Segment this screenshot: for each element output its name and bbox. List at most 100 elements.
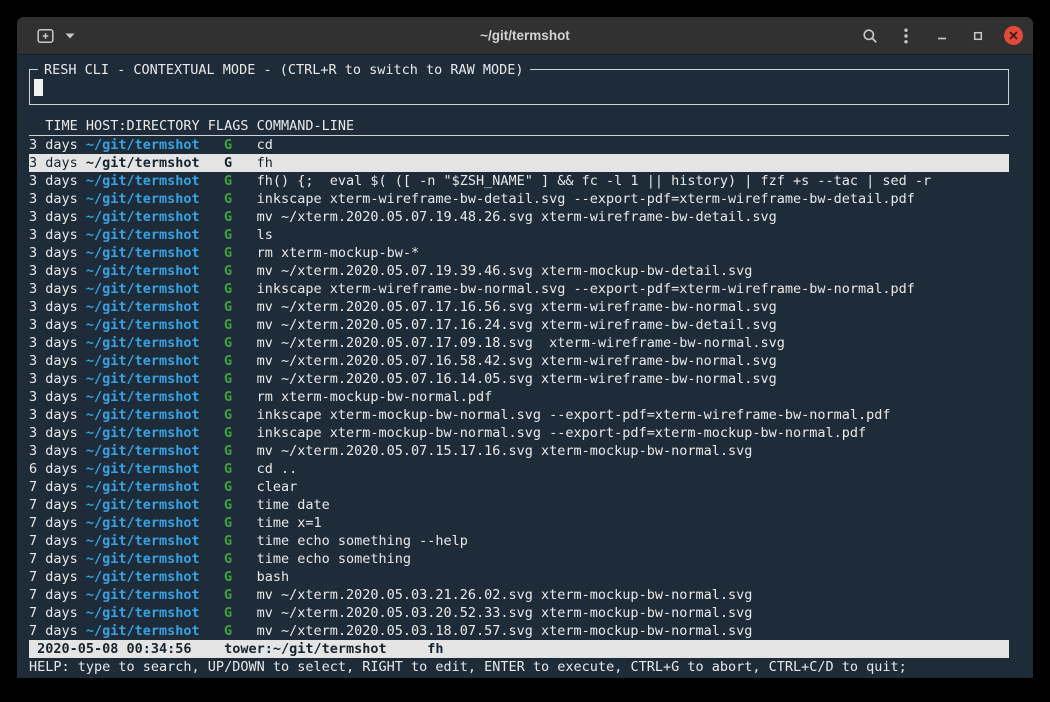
history-flags: G — [208, 568, 257, 586]
history-directory: ~/git/termshot — [86, 514, 208, 532]
history-row[interactable]: 7 days~/git/termshotGmv ~/xterm.2020.05.… — [29, 604, 1009, 622]
history-row[interactable]: 3 days~/git/termshotGfh() {; eval $( ([ … — [29, 172, 1009, 190]
kebab-menu-icon — [904, 28, 908, 44]
history-time: 3 days — [29, 280, 86, 298]
history-command: time echo something — [257, 550, 1009, 568]
history-command: mv ~/xterm.2020.05.03.18.07.57.svg xterm… — [257, 622, 1009, 640]
history-row[interactable]: 7 days~/git/termshotGmv ~/xterm.2020.05.… — [29, 622, 1009, 640]
history-time: 3 days — [29, 172, 86, 190]
history-row[interactable]: 7 days~/git/termshotGtime date — [29, 496, 1009, 514]
history-command: bash — [257, 568, 1009, 586]
history-command: rm xterm-mockup-bw-normal.pdf — [257, 388, 1009, 406]
desktop-background: ~/git/termshot — [0, 0, 1050, 702]
history-row[interactable]: 3 days~/git/termshotGmv ~/xterm.2020.05.… — [29, 352, 1009, 370]
history-row[interactable]: 3 days~/git/termshotGrm xterm-mockup-bw-… — [29, 244, 1009, 262]
history-flags: G — [208, 388, 257, 406]
terminal-window: ~/git/termshot — [17, 17, 1033, 678]
search-button[interactable] — [856, 22, 884, 50]
history-row[interactable]: 3 days~/git/termshotGinkscape xterm-mock… — [29, 424, 1009, 442]
history-row[interactable]: 3 days~/git/termshotGmv ~/xterm.2020.05.… — [29, 298, 1009, 316]
history-command: inkscape xterm-wireframe-bw-detail.svg -… — [257, 190, 1009, 208]
minimize-icon — [936, 30, 948, 42]
history-flags: G — [208, 280, 257, 298]
history-row[interactable]: 3 days~/git/termshotGmv ~/xterm.2020.05.… — [29, 442, 1009, 460]
history-flags: G — [208, 478, 257, 496]
history-time: 3 days — [29, 262, 86, 280]
column-headers: TIME HOST:DIRECTORY FLAGS COMMAND-LINE — [29, 117, 1009, 136]
history-row[interactable]: 7 days~/git/termshotGclear — [29, 478, 1009, 496]
history-time: 3 days — [29, 352, 86, 370]
history-row[interactable]: 3 days~/git/termshotGmv ~/xterm.2020.05.… — [29, 316, 1009, 334]
history-row[interactable]: 7 days~/git/termshotGbash — [29, 568, 1009, 586]
history-command: mv ~/xterm.2020.05.07.19.48.26.svg xterm… — [257, 208, 1009, 226]
minimize-button[interactable] — [928, 22, 956, 50]
history-time: 7 days — [29, 586, 86, 604]
history-flags: G — [208, 172, 257, 190]
history-row[interactable]: 3 days~/git/termshotGmv ~/xterm.2020.05.… — [29, 262, 1009, 280]
history-command: cd — [257, 136, 1009, 154]
history-command: mv ~/xterm.2020.05.07.15.17.16.svg xterm… — [257, 442, 1009, 460]
history-time: 7 days — [29, 532, 86, 550]
history-directory: ~/git/termshot — [86, 424, 208, 442]
history-flags: G — [208, 190, 257, 208]
terminal-screen: RESH CLI - CONTEXTUAL MODE - (CTRL+R to … — [17, 56, 1033, 678]
history-time: 7 days — [29, 622, 86, 640]
history-row[interactable]: 3 days~/git/termshotGls — [29, 226, 1009, 244]
history-directory: ~/git/termshot — [86, 154, 208, 172]
status-datetime: 2020-05-08 00:34:56 — [29, 641, 192, 657]
history-row[interactable]: 3 days~/git/termshotGmv ~/xterm.2020.05.… — [29, 370, 1009, 388]
history-directory: ~/git/termshot — [86, 172, 208, 190]
history-command: time echo something --help — [257, 532, 1009, 550]
history-time: 7 days — [29, 514, 86, 532]
history-row[interactable]: 3 days~/git/termshotGmv ~/xterm.2020.05.… — [29, 208, 1009, 226]
history-directory: ~/git/termshot — [86, 478, 208, 496]
history-row[interactable]: 6 days~/git/termshotGcd .. — [29, 460, 1009, 478]
history-row[interactable]: 7 days~/git/termshotGtime echo something — [29, 550, 1009, 568]
history-row[interactable]: 3 days~/git/termshotGinkscape xterm-mock… — [29, 406, 1009, 424]
new-tab-icon — [37, 28, 54, 44]
history-directory: ~/git/termshot — [86, 370, 208, 388]
history-directory: ~/git/termshot — [86, 388, 208, 406]
history-row[interactable]: 3 days~/git/termshotGmv ~/xterm.2020.05.… — [29, 334, 1009, 352]
history-time: 3 days — [29, 388, 86, 406]
history-directory: ~/git/termshot — [86, 622, 208, 640]
history-flags: G — [208, 442, 257, 460]
history-command: mv ~/xterm.2020.05.03.20.52.33.svg xterm… — [257, 604, 1009, 622]
history-command: clear — [257, 478, 1009, 496]
history-directory: ~/git/termshot — [86, 136, 208, 154]
history-row[interactable]: 3 days~/git/termshotGcd — [29, 136, 1009, 154]
history-directory: ~/git/termshot — [86, 550, 208, 568]
history-row[interactable]: 3 days~/git/termshotGfh — [29, 154, 1009, 172]
search-input[interactable]: RESH CLI - CONTEXTUAL MODE - (CTRL+R to … — [29, 69, 1009, 105]
history-directory: ~/git/termshot — [86, 334, 208, 352]
history-command: time x=1 — [257, 514, 1009, 532]
history-time: 6 days — [29, 460, 86, 478]
history-row[interactable]: 7 days~/git/termshotGtime echo something… — [29, 532, 1009, 550]
history-row[interactable]: 7 days~/git/termshotGtime x=1 — [29, 514, 1009, 532]
profile-dropdown-button[interactable] — [61, 22, 79, 50]
close-button[interactable] — [1004, 26, 1023, 45]
search-frame-title: RESH CLI - CONTEXTUAL MODE - (CTRL+R to … — [38, 61, 530, 79]
new-tab-button[interactable] — [31, 22, 59, 50]
history-time: 7 days — [29, 568, 86, 586]
history-flags: G — [208, 460, 257, 478]
menu-button[interactable] — [892, 22, 920, 50]
history-flags: G — [208, 622, 257, 640]
history-time: 3 days — [29, 424, 86, 442]
history-row[interactable]: 3 days~/git/termshotGinkscape xterm-wire… — [29, 190, 1009, 208]
history-directory: ~/git/termshot — [86, 190, 208, 208]
history-flags: G — [208, 370, 257, 388]
history-row[interactable]: 3 days~/git/termshotGrm xterm-mockup-bw-… — [29, 388, 1009, 406]
search-icon — [862, 28, 878, 44]
history-row[interactable]: 3 days~/git/termshotGinkscape xterm-wire… — [29, 280, 1009, 298]
history-row[interactable]: 7 days~/git/termshotGmv ~/xterm.2020.05.… — [29, 586, 1009, 604]
history-command: mv ~/xterm.2020.05.03.21.26.02.svg xterm… — [257, 586, 1009, 604]
history-directory: ~/git/termshot — [86, 568, 208, 586]
history-directory: ~/git/termshot — [86, 244, 208, 262]
restore-button[interactable] — [964, 22, 992, 50]
history-time: 3 days — [29, 154, 86, 172]
status-bar: 2020-05-08 00:34:56tower:~/git/termshotf… — [29, 640, 1009, 658]
history-flags: G — [208, 424, 257, 442]
history-time: 3 days — [29, 190, 86, 208]
history-time: 7 days — [29, 604, 86, 622]
